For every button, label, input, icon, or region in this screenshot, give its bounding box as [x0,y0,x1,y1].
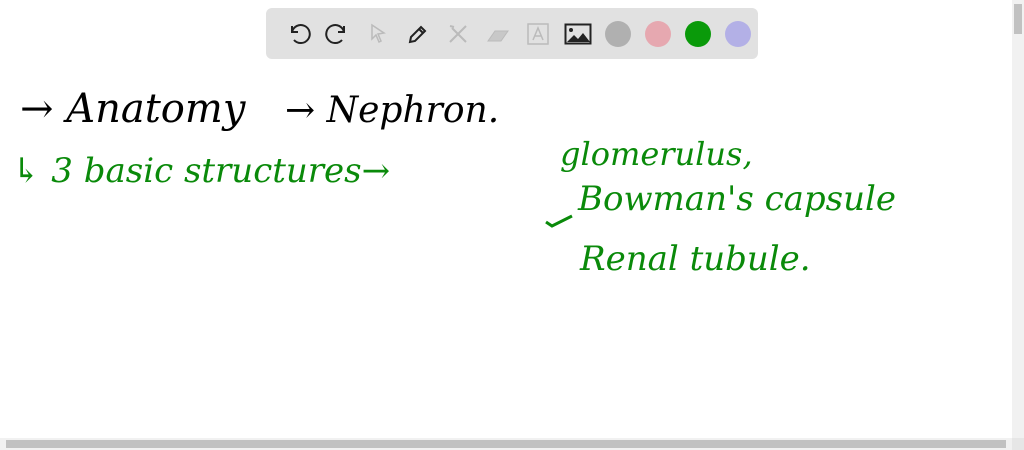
drawing-toolbar [266,8,758,59]
color-swatch [605,20,631,47]
color-gray[interactable] [598,14,638,54]
color-lavender[interactable] [718,14,758,54]
color-swatch [645,20,671,47]
eraser-button[interactable] [478,14,518,54]
image-icon [564,23,592,44]
text-button[interactable] [518,14,558,54]
pointer-icon [371,23,386,43]
undo-icon [291,23,311,44]
undo-button[interactable] [278,14,318,54]
text-icon [527,22,549,45]
note-bowmans-capsule: Bowman's capsule [577,179,896,219]
eraser-icon [487,30,509,41]
color-pink[interactable] [638,14,678,54]
note-nephron: → Nephron. [285,90,499,131]
color-green[interactable] [678,14,718,54]
redo-icon [325,23,345,44]
scrollbar-corner [1012,438,1024,450]
tools-icon [449,24,467,43]
color-swatch [685,20,711,47]
pen-button[interactable] [398,14,438,54]
pointer-button[interactable] [358,14,398,54]
horizontal-scroll-thumb[interactable] [6,440,1006,448]
horizontal-scrollbar[interactable] [0,438,1012,450]
note-glomerulus: glomerulus, [560,135,753,173]
note-anatomy: → Anatomy [20,86,247,132]
image-button[interactable] [558,14,598,54]
checkmark-icon [545,214,573,228]
note-basic-structures: ↳ 3 basic structures→ [12,151,390,191]
color-swatch [725,20,751,47]
whiteboard-canvas[interactable]: → Anatomy → Nephron. ↳ 3 basic structure… [0,70,1012,436]
pen-icon [408,25,427,43]
note-renal-tubule: Renal tubule. [579,239,811,279]
redo-button[interactable] [318,14,358,54]
tools-button[interactable] [438,14,478,54]
vertical-scroll-thumb[interactable] [1014,4,1022,34]
vertical-scrollbar[interactable] [1012,0,1024,438]
